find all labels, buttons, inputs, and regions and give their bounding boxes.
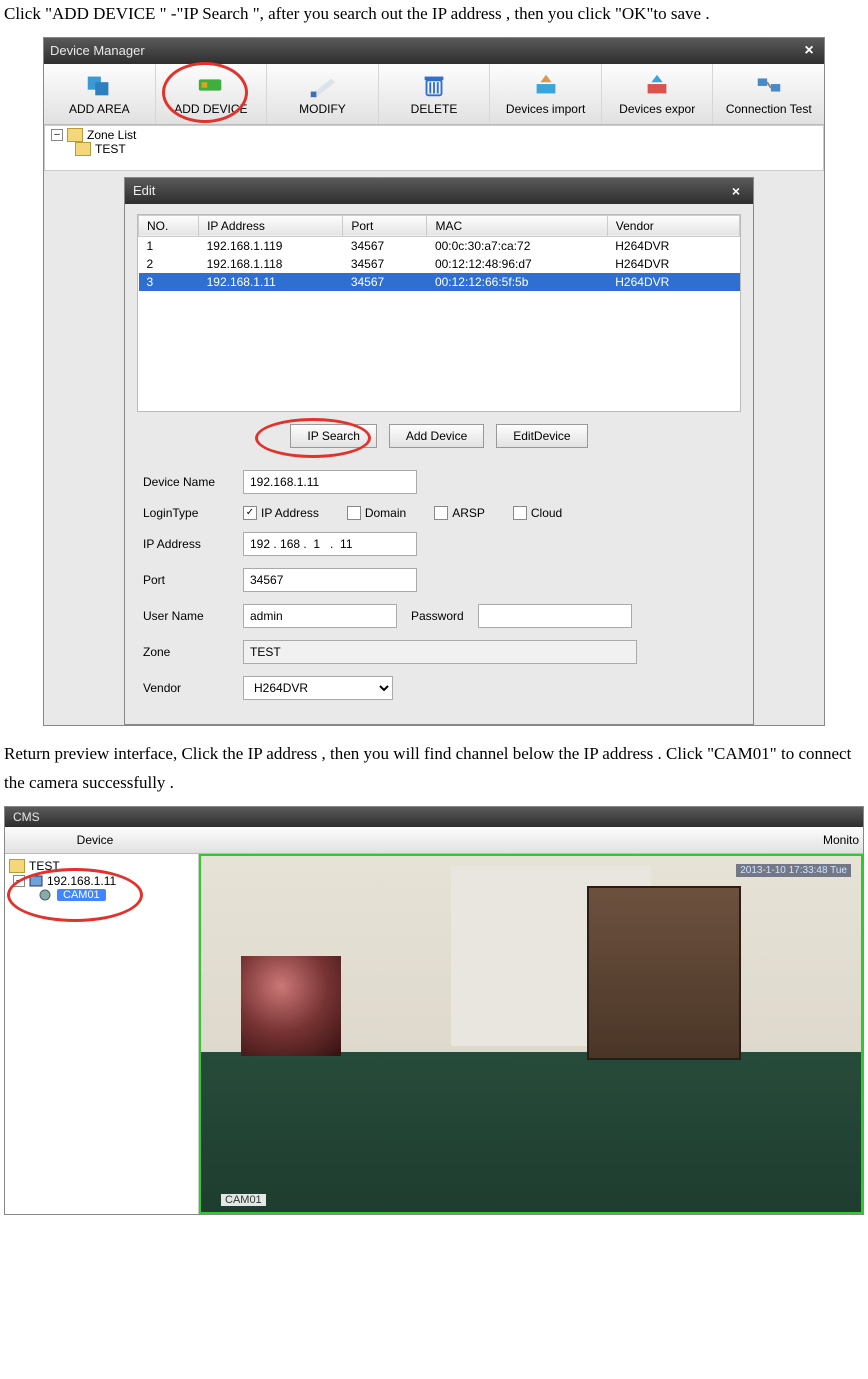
- video-osd-timestamp: 2013-1-10 17:33:48 Tue: [736, 864, 851, 877]
- device-search-grid[interactable]: NO. IP Address Port MAC Vendor 1192.168.…: [137, 214, 741, 412]
- login-type-ip[interactable]: ✓IP Address: [243, 506, 319, 520]
- col-port[interactable]: Port: [343, 215, 427, 236]
- login-type-arsp[interactable]: ARSP: [434, 506, 485, 520]
- device-name-label: Device Name: [143, 475, 243, 489]
- zone-tree[interactable]: – Zone List TEST: [44, 125, 824, 171]
- ip-address-field[interactable]: [243, 532, 417, 556]
- col-no[interactable]: NO.: [139, 215, 199, 236]
- add-area-icon: [84, 72, 114, 98]
- password-label: Password: [397, 609, 478, 623]
- table-row-selected[interactable]: 3192.168.1.113456700:12:12:66:5f:5bH264D…: [139, 273, 740, 291]
- folder-icon: [67, 128, 83, 142]
- tree-child-label: TEST: [95, 142, 126, 156]
- collapse-icon[interactable]: –: [51, 129, 63, 141]
- modify-icon: [307, 72, 337, 98]
- folder-icon: [75, 142, 91, 156]
- device-manager-window: Device Manager × ADD AREA ADD DEVICE MOD…: [43, 37, 825, 726]
- dm-body: – Zone List TEST Edit × NO. IP Address Po…: [44, 125, 824, 725]
- cms-body: TEST – 192.168.1.11 CAM01 2013-1-10 17:3…: [5, 854, 863, 1214]
- export-icon: [642, 72, 672, 98]
- delete-icon: [419, 72, 449, 98]
- dm-title: Device Manager: [50, 43, 145, 58]
- instruction-text-1: Click "ADD DEVICE " -"IP Search ", after…: [4, 0, 864, 29]
- username-field[interactable]: [243, 604, 397, 628]
- instruction-text-2: Return preview interface, Click the IP a…: [4, 740, 864, 798]
- password-field[interactable]: [478, 604, 632, 628]
- edit-title: Edit: [133, 183, 155, 198]
- table-row[interactable]: 2192.168.1.1183456700:12:12:48:96:d7H264…: [139, 255, 740, 273]
- close-icon[interactable]: ×: [800, 42, 818, 60]
- cms-window: CMS Device Monito TEST – 192.168.1.11 CA…: [4, 806, 864, 1215]
- device-name-field[interactable]: [243, 470, 417, 494]
- devices-export-button[interactable]: Devices expor: [602, 64, 714, 124]
- video-channel-label: CAM01: [221, 1194, 266, 1206]
- zone-label: Zone: [143, 645, 243, 659]
- add-area-button[interactable]: ADD AREA: [44, 64, 156, 124]
- connection-test-button[interactable]: Connection Test: [713, 64, 824, 124]
- cms-title: CMS: [13, 810, 40, 824]
- search-button-row: IP Search Add Device EditDevice: [125, 424, 753, 448]
- modify-button[interactable]: MODIFY: [267, 64, 379, 124]
- port-label: Port: [143, 573, 243, 587]
- video-scene-vase: [241, 956, 341, 1056]
- login-type-label: LoginType: [143, 506, 243, 520]
- dm-titlebar: Device Manager ×: [44, 38, 824, 64]
- delete-button[interactable]: DELETE: [379, 64, 491, 124]
- connection-test-icon: [754, 72, 784, 98]
- col-mac[interactable]: MAC: [427, 215, 607, 236]
- folder-icon: [9, 859, 25, 873]
- edit-titlebar: Edit ×: [125, 178, 753, 204]
- cms-tabbar: Device Monito: [5, 827, 863, 854]
- vendor-label: Vendor: [143, 681, 243, 695]
- device-form: Device Name LoginType ✓IP Address Domain…: [125, 460, 753, 724]
- video-viewport[interactable]: 2013-1-10 17:33:48 Tue CAM01: [199, 854, 863, 1214]
- edit-device-button[interactable]: EditDevice: [496, 424, 587, 448]
- add-device-button[interactable]: ADD DEVICE: [156, 64, 268, 124]
- zone-field: [243, 640, 637, 664]
- dm-toolbar: ADD AREA ADD DEVICE MODIFY DELETE Device…: [44, 64, 824, 125]
- cms-titlebar: CMS: [5, 807, 863, 827]
- devices-import-button[interactable]: Devices import: [490, 64, 602, 124]
- tab-device[interactable]: Device: [5, 833, 185, 847]
- tree-root-label: Zone List: [87, 128, 136, 142]
- video-scene-door: [587, 886, 741, 1060]
- cms-device-tree[interactable]: TEST – 192.168.1.11 CAM01: [5, 854, 199, 1214]
- login-type-cloud[interactable]: Cloud: [513, 506, 562, 520]
- login-type-domain[interactable]: Domain: [347, 506, 406, 520]
- ip-address-label: IP Address: [143, 537, 243, 551]
- add-device-dialog-button[interactable]: Add Device: [389, 424, 484, 448]
- username-label: User Name: [143, 609, 243, 623]
- close-icon[interactable]: ×: [727, 182, 745, 200]
- tab-monitor[interactable]: Monito: [799, 833, 863, 847]
- table-row[interactable]: 1192.168.1.1193456700:0c:30:a7:ca:72H264…: [139, 236, 740, 255]
- port-field[interactable]: [243, 568, 417, 592]
- edit-dialog: Edit × NO. IP Address Port MAC Vendor 11…: [124, 177, 754, 725]
- vendor-select[interactable]: H264DVR: [243, 676, 393, 700]
- col-ip[interactable]: IP Address: [199, 215, 343, 236]
- import-icon: [531, 72, 561, 98]
- col-vendor[interactable]: Vendor: [607, 215, 739, 236]
